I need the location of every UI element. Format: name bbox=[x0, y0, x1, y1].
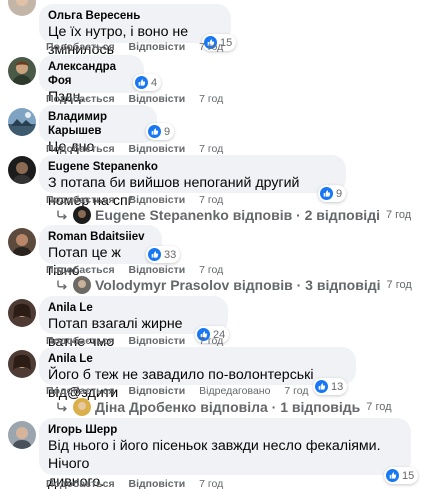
replies-label[interactable]: Volodymyr Prasolov відповів · 3 відповід… bbox=[95, 277, 381, 293]
comment-author[interactable]: Eugene Stepanenko bbox=[48, 160, 337, 174]
reaction-count[interactable]: 15 bbox=[384, 467, 419, 484]
reply-button[interactable]: Відповісти bbox=[129, 478, 186, 490]
comment-actions: Подобається Відповісти Відредаговано 7 г… bbox=[46, 385, 308, 397]
comment-bubble: Anila Le Його б теж не завадило по-волон… bbox=[39, 347, 356, 401]
comment-author[interactable]: Александра Фоя bbox=[48, 60, 135, 88]
comment-actions: Подобається Відповісти 7 год bbox=[46, 93, 223, 105]
comment-author[interactable]: Ольга Вересень bbox=[48, 9, 222, 23]
like-button[interactable]: Подобається bbox=[46, 194, 115, 206]
reply-button[interactable]: Відповісти bbox=[129, 143, 186, 155]
replies-time: 7 год bbox=[366, 401, 392, 413]
like-button[interactable]: Подобається bbox=[46, 264, 115, 276]
avatar[interactable] bbox=[8, 0, 36, 16]
like-button[interactable]: Подобається bbox=[46, 143, 115, 155]
reply-button[interactable]: Відповісти bbox=[129, 194, 186, 206]
comment-bubble: Игорь Шерр Від нього і його пісеньок зав… bbox=[39, 418, 411, 490]
like-button[interactable]: Подобається bbox=[46, 41, 115, 53]
comment-time[interactable]: 7 год bbox=[199, 143, 223, 155]
comment-author[interactable]: Игорь Шерр bbox=[48, 423, 402, 437]
comment-author[interactable]: Anila Le bbox=[48, 301, 219, 315]
like-button[interactable]: Подобається bbox=[46, 335, 115, 347]
avatar bbox=[73, 398, 91, 416]
avatar[interactable] bbox=[8, 228, 36, 256]
avatar[interactable] bbox=[8, 57, 36, 85]
edited-label: Відредаговано bbox=[199, 385, 271, 397]
like-button[interactable]: Подобається bbox=[46, 478, 115, 490]
reaction-number: 33 bbox=[164, 248, 177, 261]
view-replies-link[interactable]: Eugene Stepanenko відповів · 2 відповіді… bbox=[56, 206, 411, 224]
like-icon bbox=[135, 76, 148, 89]
comment-author[interactable]: Anila Le bbox=[48, 352, 347, 366]
view-replies-link[interactable]: Діна Дробенко відповіла · 1 відповідь 7 … bbox=[56, 398, 392, 416]
like-icon bbox=[315, 380, 328, 393]
reaction-number: 9 bbox=[164, 125, 171, 138]
reply-button[interactable]: Відповісти bbox=[129, 335, 186, 347]
reply-arrow-icon bbox=[56, 279, 68, 291]
reaction-count[interactable]: 9 bbox=[146, 123, 175, 140]
reaction-count[interactable]: 33 bbox=[146, 246, 181, 263]
reply-button[interactable]: Відповісти bbox=[129, 41, 186, 53]
comment-bubble: Ольга Вересень Це їх нутро, і воно не зм… bbox=[39, 4, 231, 58]
comment-actions: Подобається Відповісти 7 год bbox=[46, 41, 223, 53]
comment-actions: Подобається Відповісти 7 год bbox=[46, 143, 223, 155]
replies-time: 7 год bbox=[385, 209, 412, 221]
replies-time: 7 год bbox=[386, 279, 412, 291]
reaction-count[interactable]: 13 bbox=[313, 378, 348, 395]
reply-button[interactable]: Відповісти bbox=[129, 93, 186, 105]
reaction-count[interactable]: 4 bbox=[133, 74, 162, 91]
like-icon bbox=[148, 125, 161, 138]
avatar[interactable] bbox=[8, 350, 36, 378]
comment-actions: Подобається Відповісти 7 год bbox=[46, 264, 223, 276]
comment-time[interactable]: 7 год bbox=[284, 385, 308, 397]
avatar bbox=[73, 206, 91, 224]
reply-button[interactable]: Відповісти bbox=[129, 264, 186, 276]
reaction-count[interactable]: 9 bbox=[318, 185, 347, 202]
like-icon bbox=[320, 187, 333, 200]
comment-author[interactable]: Владимир Карышев bbox=[48, 110, 148, 138]
replies-label[interactable]: Діна Дробенко відповіла · 1 відповідь bbox=[95, 399, 360, 415]
reaction-number: 13 bbox=[331, 380, 344, 393]
comment-bubble: Александра Фоя Пздц. bbox=[39, 55, 144, 105]
comment-bubble: Eugene Stepanenko З потапа би вийшов неп… bbox=[39, 155, 346, 209]
reply-arrow-icon bbox=[56, 401, 68, 413]
comment-time[interactable]: 7 год bbox=[199, 335, 223, 347]
like-icon bbox=[148, 248, 161, 261]
avatar[interactable] bbox=[8, 108, 36, 136]
comment-time[interactable]: 7 год bbox=[199, 264, 223, 276]
comment-bubble: Roman Bdaitsiiev Потап це ж гівно bbox=[39, 225, 162, 279]
replies-label[interactable]: Eugene Stepanenko відповів · 2 відповіді bbox=[95, 207, 380, 223]
like-button[interactable]: Подобається bbox=[46, 385, 115, 397]
comment-author[interactable]: Roman Bdaitsiiev bbox=[48, 230, 153, 244]
comment-time[interactable]: 7 год bbox=[199, 478, 223, 490]
reaction-number: 9 bbox=[336, 187, 343, 200]
avatar[interactable] bbox=[8, 156, 36, 184]
comment-actions: Подобається Відповісти 7 год bbox=[46, 194, 223, 206]
avatar bbox=[73, 276, 91, 294]
comment-bubble: Владимир Карышев Це дно bbox=[39, 105, 157, 155]
like-button[interactable]: Подобається bbox=[46, 93, 115, 105]
avatar[interactable] bbox=[8, 299, 36, 327]
reaction-number: 15 bbox=[402, 469, 415, 482]
comment-actions: Подобається Відповісти 7 год bbox=[46, 335, 223, 347]
reaction-number: 4 bbox=[151, 76, 158, 89]
reply-arrow-icon bbox=[56, 209, 68, 221]
avatar[interactable] bbox=[8, 421, 36, 449]
view-replies-link[interactable]: Volodymyr Prasolov відповів · 3 відповід… bbox=[56, 276, 412, 294]
comment-time[interactable]: 7 год bbox=[199, 41, 223, 53]
comment-text-line-1: Від нього і його пісеньок завжди несло ф… bbox=[48, 438, 381, 472]
comment-time[interactable]: 7 год bbox=[199, 194, 223, 206]
like-icon bbox=[386, 469, 399, 482]
comment-actions: Подобається Відповісти 7 год bbox=[46, 478, 223, 490]
reply-button[interactable]: Відповісти bbox=[129, 385, 186, 397]
comment-time[interactable]: 7 год bbox=[199, 93, 223, 105]
